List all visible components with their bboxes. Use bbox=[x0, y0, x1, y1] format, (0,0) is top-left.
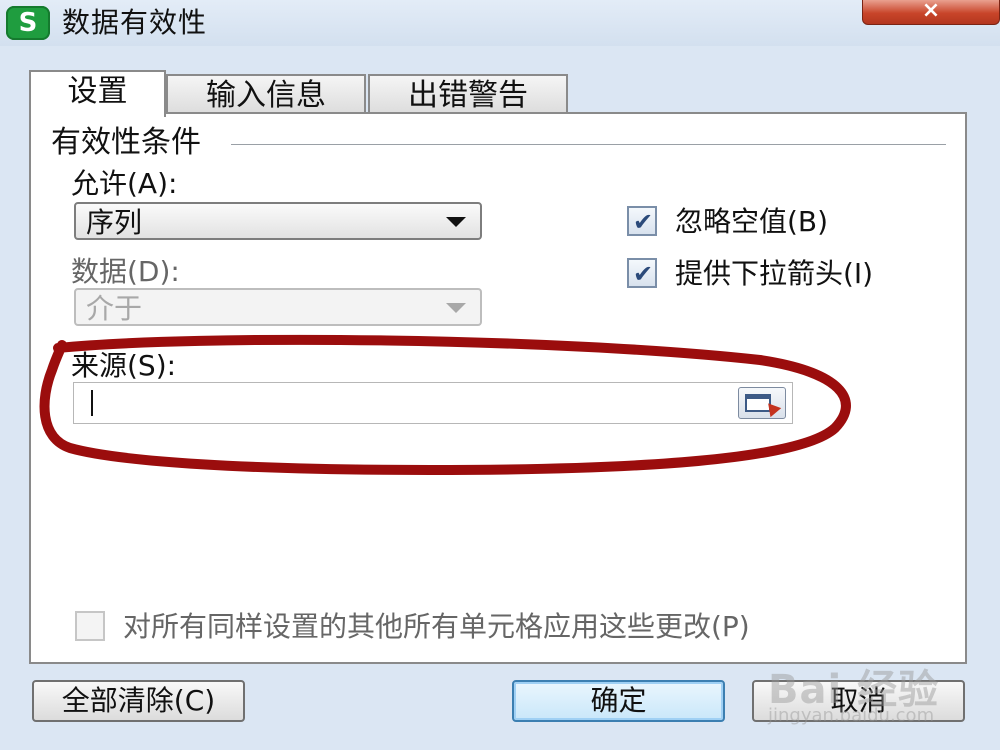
checkmark-icon: ✔ bbox=[633, 260, 654, 288]
allow-select[interactable]: 序列 bbox=[74, 202, 482, 240]
clear-all-button[interactable]: 全部清除(C) bbox=[32, 680, 245, 722]
data-validation-dialog: S 数据有效性 × 设置 输入信息 出错警告 有效性条件 允许(A): 序列 数… bbox=[0, 0, 1000, 750]
in-cell-dropdown-checkbox[interactable]: ✔ bbox=[627, 258, 657, 288]
tab-input-message[interactable]: 输入信息 bbox=[166, 74, 366, 114]
data-label: 数据(D): bbox=[71, 255, 180, 288]
cancel-button[interactable]: 取消 bbox=[752, 680, 965, 722]
settings-panel: 有效性条件 允许(A): 序列 数据(D): 介于 ✔ 忽略空值(B) ✔ 提供… bbox=[29, 112, 967, 664]
ignore-blank-checkbox[interactable]: ✔ bbox=[627, 206, 657, 236]
tab-error-alert[interactable]: 出错警告 bbox=[368, 74, 568, 114]
tab-settings[interactable]: 设置 bbox=[29, 70, 166, 117]
ok-button[interactable]: 确定 bbox=[512, 680, 725, 722]
in-cell-dropdown-label: 提供下拉箭头(I) bbox=[675, 257, 874, 290]
data-select[interactable]: 介于 bbox=[74, 288, 482, 326]
allow-label: 允许(A): bbox=[71, 167, 178, 200]
apply-all-label: 对所有同样设置的其他所有单元格应用这些更改(P) bbox=[123, 610, 750, 643]
group-divider bbox=[231, 144, 946, 145]
source-label: 来源(S): bbox=[71, 349, 177, 382]
app-icon: S bbox=[6, 6, 50, 40]
allow-select-value: 序列 bbox=[86, 206, 143, 239]
source-input[interactable] bbox=[73, 382, 793, 424]
text-cursor bbox=[91, 390, 93, 416]
validation-criteria-title: 有效性条件 bbox=[51, 126, 211, 160]
ignore-blank-label: 忽略空值(B) bbox=[675, 205, 829, 238]
chevron-down-icon bbox=[446, 217, 466, 227]
range-selector-button[interactable] bbox=[738, 387, 786, 419]
checkmark-icon: ✔ bbox=[633, 208, 654, 236]
title-bar[interactable]: S 数据有效性 × bbox=[0, 0, 1000, 46]
apply-all-checkbox[interactable] bbox=[75, 611, 105, 641]
chevron-down-icon bbox=[446, 303, 466, 313]
close-button[interactable]: × bbox=[862, 0, 1000, 25]
data-select-value: 介于 bbox=[86, 292, 143, 325]
dialog-title: 数据有效性 bbox=[62, 6, 208, 39]
